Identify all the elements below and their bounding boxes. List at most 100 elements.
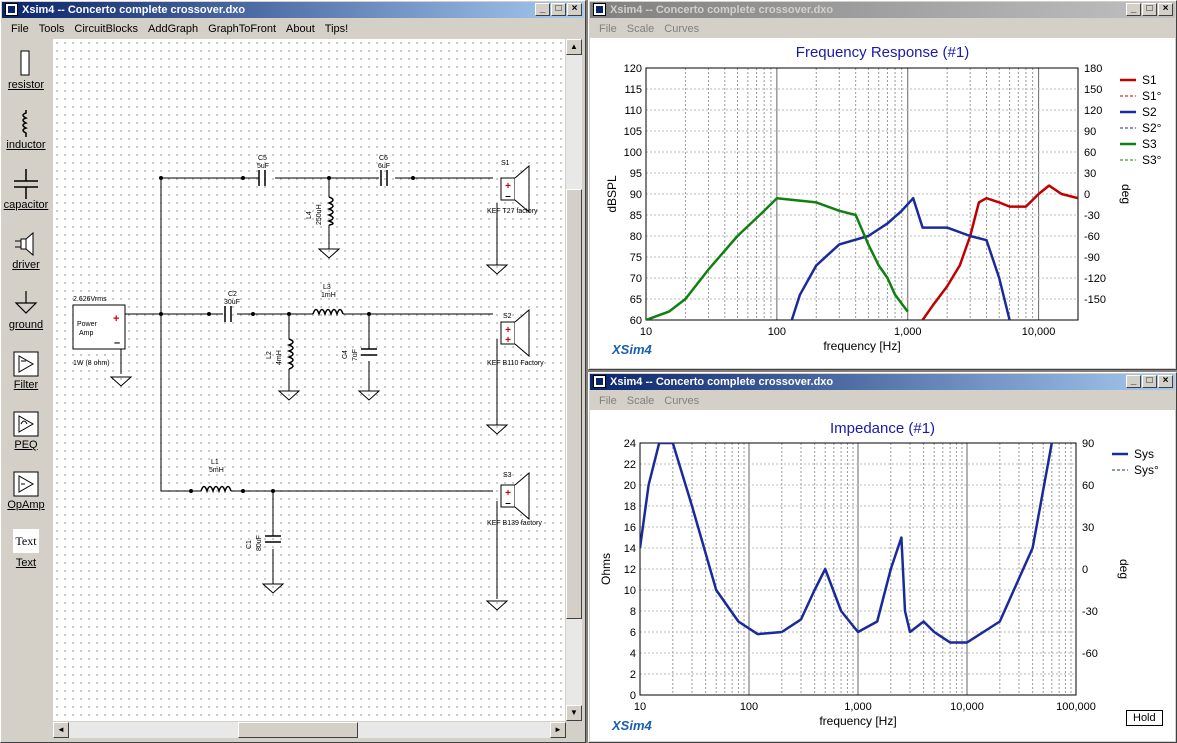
junctions <box>159 176 415 493</box>
y2-tick-label: -60 <box>1082 648 1098 660</box>
power-amp[interactable]: Power Amp + – 2.626Vrms 1W (8 ohm) <box>72 296 126 367</box>
filter-icon <box>13 351 39 377</box>
y2-tick-label: -150 <box>1084 294 1106 306</box>
maximize-button[interactable]: □ <box>1142 3 1157 16</box>
menu-tips[interactable]: Tips! <box>320 23 353 35</box>
scroll-down-button[interactable]: ▼ <box>566 705 582 721</box>
inductor-l2[interactable]: L2 4mH <box>266 338 294 370</box>
y2-tick-label: 30 <box>1084 168 1096 180</box>
scroll-up-button[interactable]: ▲ <box>566 39 582 55</box>
menu-curves[interactable]: Curves <box>659 395 704 407</box>
series-line-sys <box>640 443 1054 644</box>
y-tick-label: 105 <box>624 126 642 138</box>
imp-graph-area[interactable]: Impedance (#1) 0 2 4 6 8 10 12 14 16 18 20 22 24 -60-… <box>590 410 1175 741</box>
schematic-title-bar[interactable]: Xsim4 -- Concerto complete crossover.dxo… <box>2 2 584 18</box>
capacitor-c2[interactable]: C2 30uF <box>224 291 240 322</box>
svg-text:+: + <box>505 335 511 346</box>
schematic-horizontal-scrollbar[interactable]: ◄ ► <box>53 722 566 738</box>
schematic-window: Xsim4 -- Concerto complete crossover.dxo… <box>0 0 586 743</box>
svg-text:C6: C6 <box>379 155 388 162</box>
menu-circuitblocks[interactable]: CircuitBlocks <box>69 23 143 35</box>
driver-s3[interactable]: + – S3 KEF B139 factory <box>487 471 542 527</box>
schematic-vertical-scrollbar[interactable]: ▲ ▼ <box>566 39 582 721</box>
y-tick-label: 24 <box>624 438 636 450</box>
palette-opamp[interactable]: OpAmp <box>2 469 50 511</box>
ground-icon <box>14 291 38 314</box>
y2-tick-label: 90 <box>1082 438 1094 450</box>
capacitor-c4[interactable]: C4 7uF <box>342 348 377 361</box>
driver-s1[interactable]: + – S1 KEF T27 factory <box>487 160 538 215</box>
y2-tick-label: 0 <box>1084 189 1090 201</box>
x-tick-label: 1,000 <box>844 701 872 713</box>
palette-ground[interactable]: ground <box>2 289 50 331</box>
palette-driver[interactable]: driver <box>2 229 50 271</box>
svg-text:C2: C2 <box>228 291 237 298</box>
close-button[interactable]: × <box>567 3 582 16</box>
driver-s2[interactable]: + + S2 KEF B110 Factory <box>487 308 544 367</box>
menu-about[interactable]: About <box>281 23 320 35</box>
y-tick-label: 120 <box>624 63 642 75</box>
app-icon[interactable] <box>593 375 606 388</box>
y-tick-label: 12 <box>624 564 636 576</box>
svg-text:–: – <box>505 191 511 202</box>
svg-text:KEF T27 factory: KEF T27 factory <box>487 208 538 215</box>
menu-scale[interactable]: Scale <box>622 395 660 407</box>
y2-tick-label: 60 <box>1084 147 1096 159</box>
inductor-l3[interactable]: L3 1mH <box>312 284 344 317</box>
y-tick-label: 115 <box>624 84 642 96</box>
capacitor-c5[interactable]: C5 5uF <box>257 155 269 186</box>
close-button[interactable]: × <box>1158 375 1173 388</box>
menu-curves[interactable]: Curves <box>659 23 704 35</box>
palette-inductor[interactable]: inductor <box>2 109 50 151</box>
scroll-left-button[interactable]: ◄ <box>53 722 69 738</box>
schematic-canvas[interactable]: Power Amp + – 2.626Vrms 1W (8 ohm) C5 5u… <box>53 39 565 721</box>
capacitor-c6[interactable]: C6 6uF <box>378 155 390 186</box>
menu-file[interactable]: File <box>6 23 34 35</box>
ground-symbols <box>109 245 509 611</box>
y2-tick-label: 150 <box>1084 84 1102 96</box>
minimize-button[interactable]: _ <box>535 3 550 16</box>
inductor-l1[interactable]: L1 5mH <box>200 459 232 494</box>
svg-text:250uH: 250uH <box>316 204 323 225</box>
legend-label: S3° <box>1142 153 1162 167</box>
svg-text:C4: C4 <box>342 350 349 359</box>
vertical-scroll-thumb[interactable] <box>566 189 582 619</box>
y-tick-label: 8 <box>630 606 636 618</box>
fr-graph-area[interactable]: Frequency Response (#1) 60 65 70 75 80 85 90 95… <box>590 38 1175 368</box>
menu-scale[interactable]: Scale <box>622 23 660 35</box>
palette-text[interactable]: Text Text <box>2 529 50 569</box>
palette-resistor[interactable]: resistor <box>2 49 50 91</box>
palette-capacitor[interactable]: capacitor <box>2 169 50 211</box>
svg-text:C5: C5 <box>258 155 267 162</box>
svg-text:L3: L3 <box>323 284 331 291</box>
menu-file[interactable]: File <box>594 395 622 407</box>
menu-addgraph[interactable]: AddGraph <box>143 23 203 35</box>
horizontal-scroll-thumb[interactable] <box>238 722 358 738</box>
minimize-button[interactable]: _ <box>1126 3 1141 16</box>
fr-menubar: File Scale Curves <box>590 19 1175 38</box>
amp-volts: 2.626Vrms <box>73 296 107 303</box>
imp-title-bar[interactable]: Xsim4 -- Concerto complete crossover.dxo… <box>590 374 1175 390</box>
menu-tools[interactable]: Tools <box>34 23 70 35</box>
palette-filter[interactable]: Filter <box>2 349 50 391</box>
imp-title: Xsim4 -- Concerto complete crossover.dxo <box>610 376 834 388</box>
inductor-l4[interactable]: L4 250uH <box>306 196 334 226</box>
fr-title-bar[interactable]: Xsim4 -- Concerto complete crossover.dxo… <box>590 2 1175 18</box>
palette-peq[interactable]: PEQ <box>2 409 50 451</box>
y-tick-label: 90 <box>630 189 642 201</box>
y2-axis-label: deg <box>1117 559 1131 579</box>
maximize-button[interactable]: □ <box>551 3 566 16</box>
minimize-button[interactable]: _ <box>1126 375 1141 388</box>
hold-button[interactable]: Hold <box>1126 710 1163 726</box>
menu-file[interactable]: File <box>594 23 622 35</box>
app-icon[interactable] <box>5 3 18 16</box>
close-button[interactable]: × <box>1158 3 1173 16</box>
scroll-right-button[interactable]: ► <box>550 722 566 738</box>
svg-text:S3: S3 <box>503 472 512 479</box>
capacitor-c1[interactable]: C1 80uF <box>246 535 281 551</box>
y-tick-label: 22 <box>624 459 636 471</box>
menu-graphtofront[interactable]: GraphToFront <box>203 23 281 35</box>
app-icon[interactable] <box>593 3 606 16</box>
svg-text:L2: L2 <box>266 351 273 359</box>
maximize-button[interactable]: □ <box>1142 375 1157 388</box>
